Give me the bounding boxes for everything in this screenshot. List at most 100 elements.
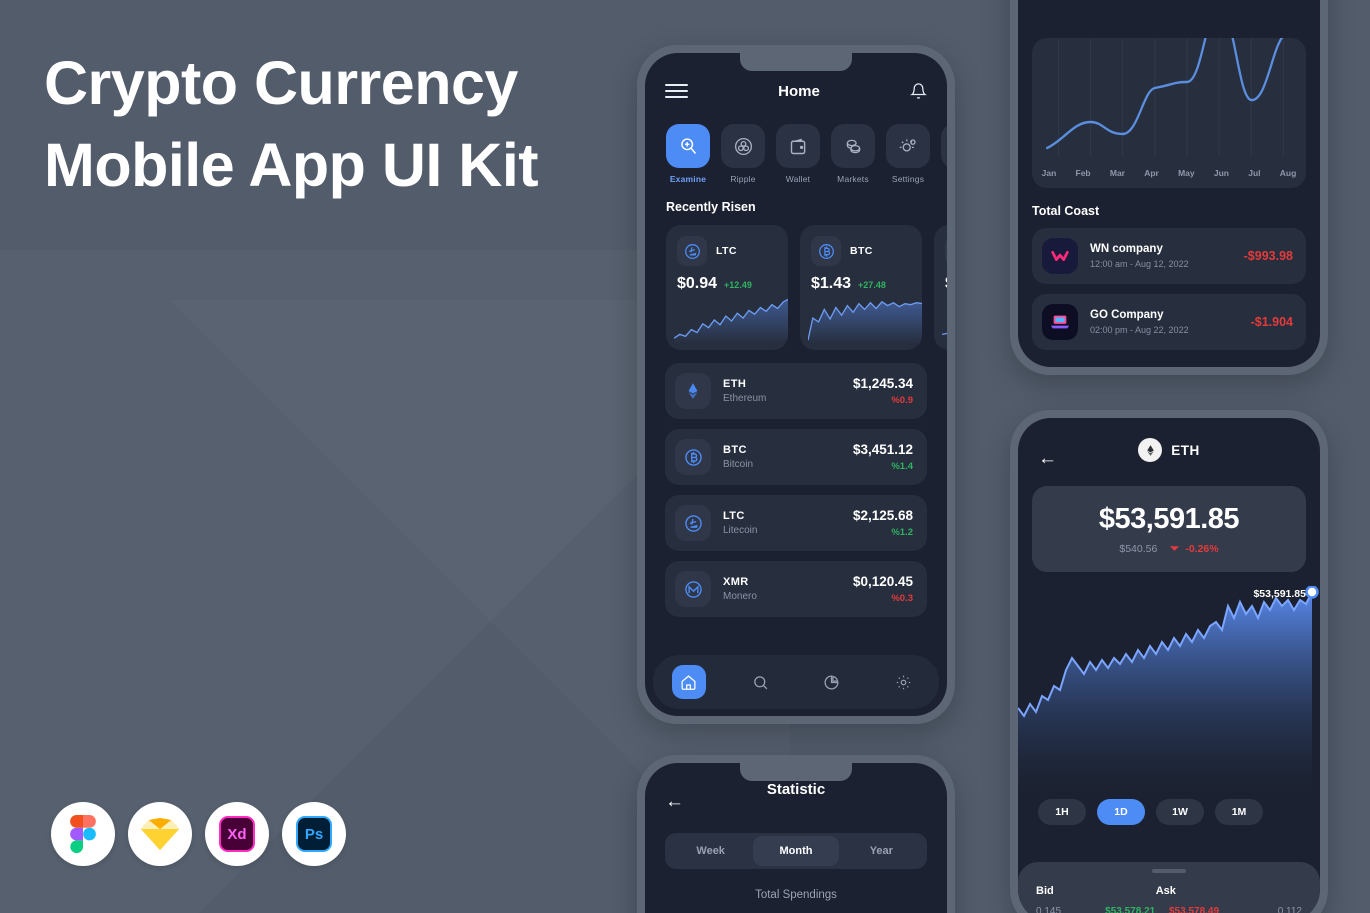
total-spendings-label: Total Spendings bbox=[755, 889, 837, 901]
sparkline-chart bbox=[808, 300, 922, 344]
axis-tick: Aug bbox=[1279, 168, 1297, 178]
coin-symbol: XMR bbox=[723, 576, 749, 588]
phone-notch bbox=[740, 53, 852, 71]
phone-home-screen: Home Examine Ripple Wallet Markets Setti… bbox=[637, 45, 955, 724]
transaction-list[interactable]: WN company 12:00 am - Aug 12, 2022 -$993… bbox=[1018, 218, 1320, 350]
tab-examine[interactable]: Examine bbox=[666, 124, 710, 184]
nav-search-button[interactable] bbox=[743, 665, 777, 699]
transaction-date: 12:00 am - Aug 12, 2022 bbox=[1090, 259, 1189, 269]
coin-price: $1,245.34 bbox=[852, 376, 913, 391]
order-book-row: 0.145 $53,578.21 $53,578.49 0.112 bbox=[1018, 897, 1320, 913]
statistic-title: Statistic bbox=[766, 781, 826, 798]
phone-statistic-screen: ← Statistic Week Month Year Total Spendi… bbox=[637, 755, 955, 913]
nav-settings-button[interactable] bbox=[886, 665, 920, 699]
segment-week[interactable]: Week bbox=[668, 836, 753, 866]
coin-symbol: LTC bbox=[716, 245, 737, 257]
bid-size: 0.145 bbox=[1036, 906, 1062, 913]
headline-line-2: Mobile App UI Kit bbox=[44, 131, 539, 199]
sparkline-chart bbox=[942, 332, 947, 336]
tab-wallet[interactable]: Wallet bbox=[776, 124, 820, 184]
range-1h[interactable]: 1H bbox=[1038, 799, 1086, 825]
eth-sub-price: $540.56 bbox=[1119, 543, 1158, 555]
coin-price: $2,125.68 bbox=[852, 508, 913, 523]
tab-feature[interactable]: Fea bbox=[941, 124, 947, 184]
nav-home-button[interactable] bbox=[671, 665, 706, 699]
figma-logo bbox=[51, 802, 115, 866]
nav-stats-button[interactable] bbox=[815, 665, 849, 699]
tab-label: Settings bbox=[891, 174, 925, 184]
company-name: GO Company bbox=[1090, 309, 1164, 321]
axis-tick: Jan bbox=[1041, 168, 1057, 178]
chart-canvas bbox=[1045, 38, 1284, 156]
risen-card[interactable]: XMR $0 bbox=[934, 225, 947, 350]
page-title: Crypto Currency Mobile App UI Kit bbox=[44, 42, 604, 206]
adobe-xd-logo: Xd bbox=[205, 802, 269, 866]
tab-markets[interactable]: Markets bbox=[831, 124, 875, 184]
ripple-icon bbox=[721, 124, 765, 168]
coin-price: $3,451.12 bbox=[852, 442, 913, 457]
list-fade-overlay bbox=[645, 622, 947, 658]
tab-label: Ripple bbox=[730, 174, 756, 184]
coin-name: Bitcoin bbox=[723, 459, 754, 470]
wallet-icon bbox=[776, 124, 820, 168]
coin-name: Litecoin bbox=[723, 525, 758, 536]
recently-risen-cards[interactable]: LTC $0.94 +12.49 BTC $1.43 +27.48 bbox=[645, 214, 947, 350]
coin-change: %1.2 bbox=[891, 527, 913, 538]
monero-icon bbox=[675, 571, 711, 607]
month-axis-labels: Jan Feb Mar Apr May Jun Jul Aug bbox=[1032, 168, 1306, 178]
hamburger-icon[interactable] bbox=[665, 84, 688, 98]
range-1w[interactable]: 1W bbox=[1156, 799, 1204, 825]
bottom-navigation[interactable] bbox=[653, 655, 939, 709]
segment-year[interactable]: Year bbox=[839, 836, 924, 866]
monero-icon bbox=[945, 236, 947, 266]
home-icon bbox=[681, 674, 696, 690]
ask-price: $53,578.49 bbox=[1168, 906, 1220, 913]
eth-area-chart: $53,591.85 bbox=[1018, 585, 1320, 791]
axis-tick: Jul bbox=[1248, 168, 1261, 178]
eth-price: $53,591.85 bbox=[1098, 503, 1240, 535]
coin-list[interactable]: ETH Ethereum $1,245.34 %0.9 BTC Bitcoin bbox=[645, 350, 947, 617]
monthly-line-chart: Jan Feb Mar Apr May Jun Jul Aug bbox=[1032, 38, 1306, 188]
bell-icon[interactable] bbox=[910, 82, 927, 100]
bid-label: Bid bbox=[1036, 885, 1054, 897]
go-company-logo bbox=[1042, 304, 1078, 340]
coin-name: Ethereum bbox=[723, 393, 767, 404]
table-row[interactable]: WN company 12:00 am - Aug 12, 2022 -$993… bbox=[1032, 228, 1306, 284]
list-item[interactable]: ETH Ethereum $1,245.34 %0.9 bbox=[665, 363, 927, 419]
range-1m[interactable]: 1M bbox=[1215, 799, 1263, 825]
table-row[interactable]: GO Company 02:00 pm - Aug 22, 2022 -$1.9… bbox=[1032, 294, 1306, 350]
order-book-sheet[interactable]: Bid Ask 0.145 $53,578.21 $53,578.49 0.11… bbox=[1018, 862, 1320, 913]
period-segmented-control[interactable]: Week Month Year bbox=[665, 833, 927, 869]
phone-notch bbox=[740, 763, 852, 781]
phone-total-coast-screen: Jan Feb Mar Apr May Jun Jul Aug Total Co… bbox=[1010, 0, 1328, 375]
segment-month[interactable]: Month bbox=[753, 836, 839, 866]
tab-ripple[interactable]: Ripple bbox=[721, 124, 765, 184]
coin-change: %0.3 bbox=[891, 593, 913, 604]
risen-card[interactable]: LTC $0.94 +12.49 bbox=[666, 225, 788, 350]
feature-icon bbox=[941, 124, 947, 168]
category-tabs[interactable]: Examine Ripple Wallet Markets Settings bbox=[645, 115, 947, 184]
home-title: Home bbox=[778, 82, 820, 100]
ask-size: 0.112 bbox=[1277, 906, 1302, 913]
risen-card[interactable]: BTC $1.43 +27.48 bbox=[800, 225, 922, 350]
list-item[interactable]: XMR Monero $0,120.45 %0.3 bbox=[665, 561, 927, 617]
tab-settings[interactable]: Settings bbox=[886, 124, 930, 184]
time-range-chips[interactable]: 1H 1D 1W 1M bbox=[1018, 791, 1320, 825]
transaction-date: 02:00 pm - Aug 22, 2022 bbox=[1090, 325, 1189, 335]
ethereum-icon bbox=[675, 373, 711, 409]
range-1d[interactable]: 1D bbox=[1097, 799, 1145, 825]
bitcoin-icon bbox=[811, 236, 841, 266]
coin-price: $0.94 bbox=[677, 275, 718, 292]
coin-change: %1.4 bbox=[891, 461, 913, 472]
caret-down-icon bbox=[1170, 546, 1180, 551]
chart-canvas bbox=[1018, 585, 1319, 791]
gear-icon bbox=[896, 675, 910, 689]
list-item[interactable]: LTC Litecoin $2,125.68 %1.2 bbox=[665, 495, 927, 551]
gears-icon bbox=[886, 124, 930, 168]
transaction-amount: -$1.904 bbox=[1250, 315, 1293, 329]
axis-tick: Mar bbox=[1109, 168, 1125, 178]
tab-label: Examine bbox=[669, 174, 707, 184]
sparkline-chart bbox=[674, 298, 788, 344]
list-item[interactable]: BTC Bitcoin $3,451.12 %1.4 bbox=[665, 429, 927, 485]
total-coast-title: Total Coast bbox=[1032, 204, 1100, 218]
